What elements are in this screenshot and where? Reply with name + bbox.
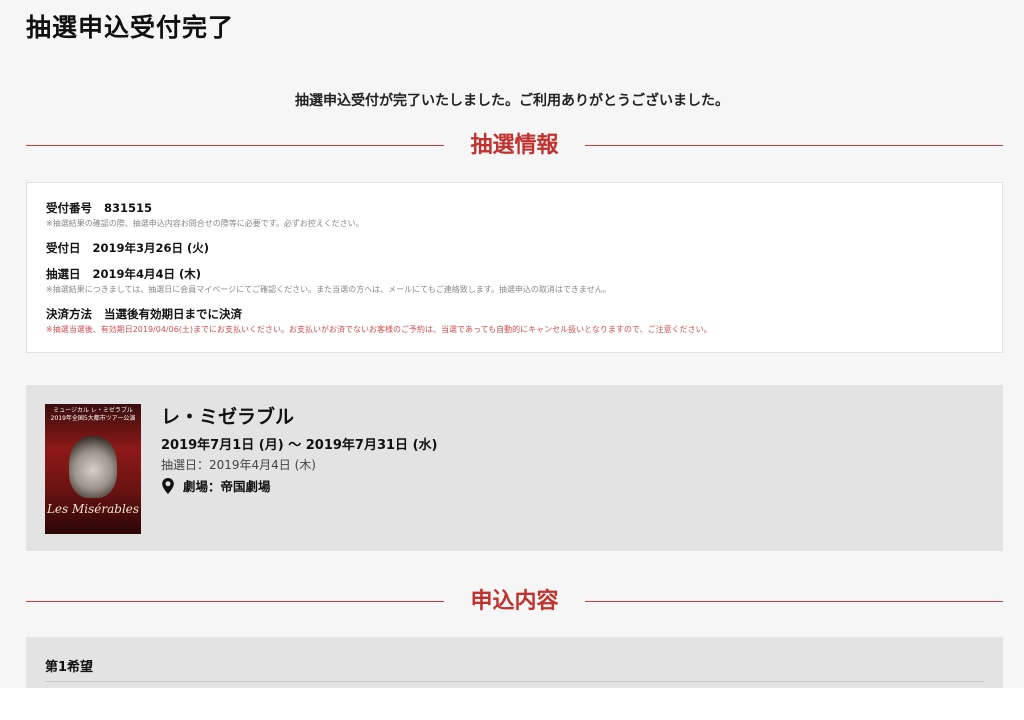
lottery-info-heading: 抽選情報	[26, 131, 1003, 161]
draw-date-note: ※抽選結果につきましては、抽選日に会員マイページにてご確認ください。また当選の方…	[46, 285, 611, 294]
lottery-info-heading-label: 抽選情報	[470, 133, 559, 158]
poster-cosette-image	[69, 436, 117, 498]
heading-divider-right	[585, 145, 1003, 146]
receipt-number-note: ※抽選結果の確認の際、抽選申込内容お問合せの際等に必要です。必ずお控えください。	[46, 219, 364, 228]
payment-method-row: 決済方法 当選後有効期日までに決済	[46, 306, 242, 322]
first-choice-title: 第1希望	[45, 660, 94, 675]
application-heading-label: 申込内容	[470, 589, 559, 614]
heading-divider-right	[585, 601, 1003, 602]
receipt-number-row: 受付番号 831515	[46, 200, 152, 216]
first-choice-divider	[45, 681, 984, 682]
payment-method-value: 当選後有効期日までに決済	[104, 307, 242, 321]
payment-method-label: 決済方法	[46, 307, 92, 321]
accept-date-value: 2019年3月26日 (火)	[92, 241, 210, 255]
event-dates: 2019年7月1日 (月) ～ 2019年7月31日 (水)	[161, 438, 438, 453]
accept-date-row: 受付日 2019年3月26日 (火)	[46, 240, 209, 256]
event-card: ミュージカル レ・ミゼラブル 2019年全国5大都市ツアー公演 Les Misé…	[26, 385, 1003, 551]
application-heading: 申込内容	[26, 587, 1003, 617]
event-poster: ミュージカル レ・ミゼラブル 2019年全国5大都市ツアー公演 Les Misé…	[45, 404, 141, 534]
draw-date-value: 2019年4月4日 (木)	[92, 267, 202, 281]
event-venue-text: 劇場：帝国劇場	[183, 479, 271, 494]
receipt-number-label: 受付番号	[46, 201, 92, 215]
page-title: 抽選申込受付完了	[26, 13, 235, 42]
poster-title: Les Misérables	[46, 502, 140, 516]
receipt-number-value: 831515	[104, 201, 153, 215]
event-venue: 劇場：帝国劇場	[161, 476, 271, 495]
page: 抽選申込受付完了 抽選申込受付が完了いたしました。ご利用ありがとうございました。…	[0, 0, 1024, 688]
poster-top-text: ミュージカル レ・ミゼラブル 2019年全国5大都市ツアー公演	[50, 407, 136, 422]
event-draw-date: 抽選日：2019年4月4日 (木)	[161, 458, 316, 472]
lottery-info-box: 受付番号 831515 ※抽選結果の確認の際、抽選申込内容お問合せの際等に必要です…	[26, 182, 1003, 353]
draw-date-label: 抽選日	[46, 267, 81, 281]
draw-date-row: 抽選日 2019年4月4日 (木)	[46, 266, 201, 282]
payment-note: ※抽選当選後、有効期日2019/04/06(土)までにお支払いください。お支払い…	[46, 325, 712, 334]
event-name: レ・ミゼラブル	[161, 406, 295, 428]
map-pin-icon	[162, 477, 174, 494]
thanks-message: 抽選申込受付が完了いたしました。ご利用ありがとうございました。	[295, 93, 729, 109]
first-choice-box: 第1希望	[26, 637, 1003, 688]
accept-date-label: 受付日	[46, 241, 81, 255]
